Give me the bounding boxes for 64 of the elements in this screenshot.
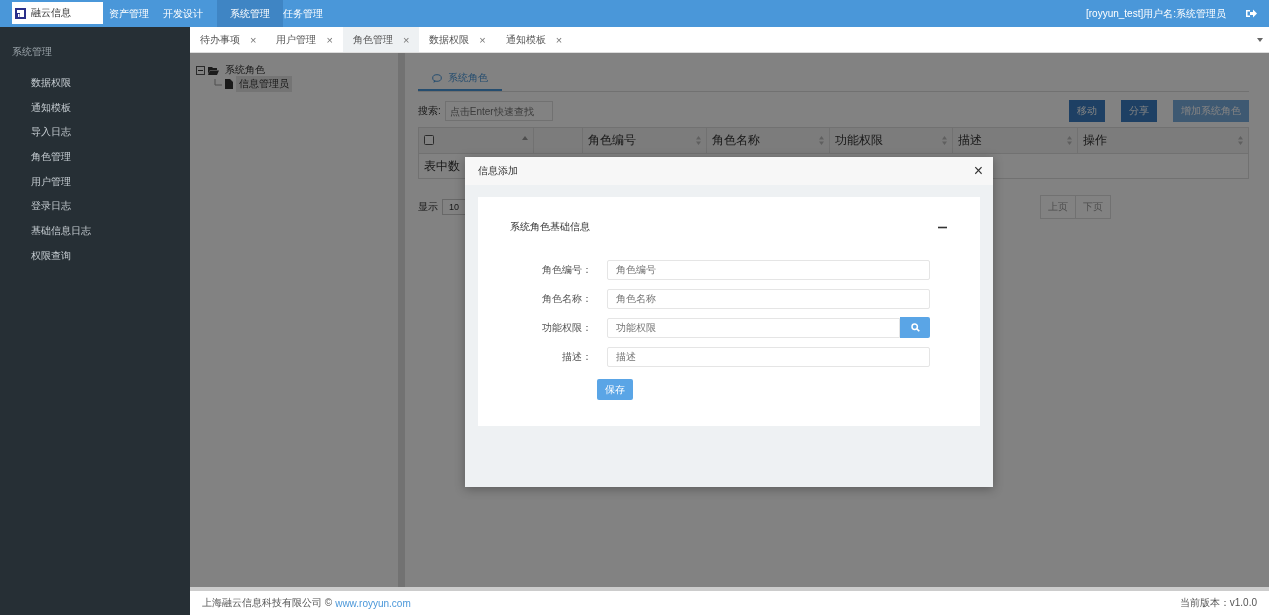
nav-item[interactable]: 任务管理 <box>283 0 337 27</box>
sidebar-title: 系统管理 <box>11 45 53 59</box>
website-link[interactable]: www.royyun.com <box>335 597 411 609</box>
section-title: 系统角色基础信息 <box>510 220 590 234</box>
logout-icon[interactable] <box>1246 9 1257 18</box>
column-header: 描述 <box>958 133 983 147</box>
sidebar-item[interactable]: 数据权限 <box>0 71 190 96</box>
file-icon <box>225 79 233 89</box>
search-icon <box>910 323 920 332</box>
tree-node[interactable]: 系统角色 <box>222 62 268 78</box>
checkbox[interactable] <box>424 134 434 145</box>
sidebar-item[interactable]: 登录日志 <box>0 194 190 220</box>
nav-item[interactable]: 开发设计 <box>163 0 217 27</box>
page-size-label: 显示 <box>418 200 438 214</box>
sidebar-item[interactable]: 导入日志 <box>0 120 190 146</box>
close-icon[interactable]: × <box>250 33 257 46</box>
field-label: 角色编号： <box>541 262 593 277</box>
column-header: 功能权限 <box>834 133 883 147</box>
sidebar-item[interactable]: 基础信息日志 <box>0 219 190 244</box>
search-button[interactable] <box>900 317 930 338</box>
save-button[interactable]: 保存 <box>597 379 633 400</box>
sidebar-item[interactable]: 权限查询 <box>0 243 190 269</box>
close-button[interactable]: × <box>973 163 983 179</box>
sort-icon[interactable] <box>1238 136 1243 145</box>
search-label: 搜索: <box>418 104 441 118</box>
tree-line-icon <box>214 79 222 89</box>
close-icon[interactable]: × <box>402 33 410 46</box>
sort-icon[interactable] <box>818 136 824 145</box>
column-header: 角色名称 <box>712 133 761 147</box>
copyright-text: 上海融云信息科技有限公司 © <box>202 596 333 610</box>
close-icon[interactable]: × <box>479 33 486 46</box>
sort-icon[interactable] <box>1066 136 1072 145</box>
version-text: 当前版本：v1.0.0 <box>1179 596 1257 610</box>
sidebar-item[interactable]: 角色管理 <box>0 145 190 170</box>
caret-icon[interactable] <box>1257 37 1263 42</box>
empty-table-text: 表中数 <box>424 158 460 173</box>
column-header: 操作 <box>1082 133 1107 147</box>
input-field[interactable]: 描述 <box>607 346 930 367</box>
nav-item[interactable]: 资产管理 <box>103 0 163 27</box>
close-icon[interactable]: × <box>326 33 333 46</box>
dialog-title: 信息添加 <box>478 164 519 178</box>
nav-item[interactable]: 系统管理 <box>217 0 283 27</box>
tab[interactable]: 角色管理 × <box>342 27 420 52</box>
tree-node[interactable]: 信息管理员 <box>236 76 292 92</box>
logo-text: 融云信息 <box>31 6 71 20</box>
sort-icon[interactable] <box>942 136 948 145</box>
logo-icon <box>15 7 26 19</box>
column-header: 角色编号 <box>587 133 636 147</box>
input-field[interactable]: 角色编号 <box>607 259 930 280</box>
sort-up-icon[interactable] <box>522 136 529 140</box>
input-field[interactable]: 角色名称 <box>607 288 930 309</box>
sort-icon[interactable] <box>696 136 702 145</box>
field-label: 角色名称： <box>541 291 593 306</box>
action-button[interactable]: 分享 <box>1121 100 1157 122</box>
field-label: 描述： <box>561 349 593 364</box>
field-label: 功能权限： <box>541 320 593 335</box>
sidebar-item[interactable]: 用户管理 <box>0 169 190 195</box>
input-field[interactable]: 功能权限 <box>607 317 900 338</box>
close-icon[interactable]: × <box>555 33 563 46</box>
user-name: [royyun_test]用户名:系统管理员 <box>1085 6 1226 21</box>
chat-icon <box>432 73 442 83</box>
sidebar-item[interactable]: 通知模板 <box>0 95 190 121</box>
folder-icon <box>208 65 219 75</box>
action-button[interactable]: 移动 <box>1069 100 1105 122</box>
